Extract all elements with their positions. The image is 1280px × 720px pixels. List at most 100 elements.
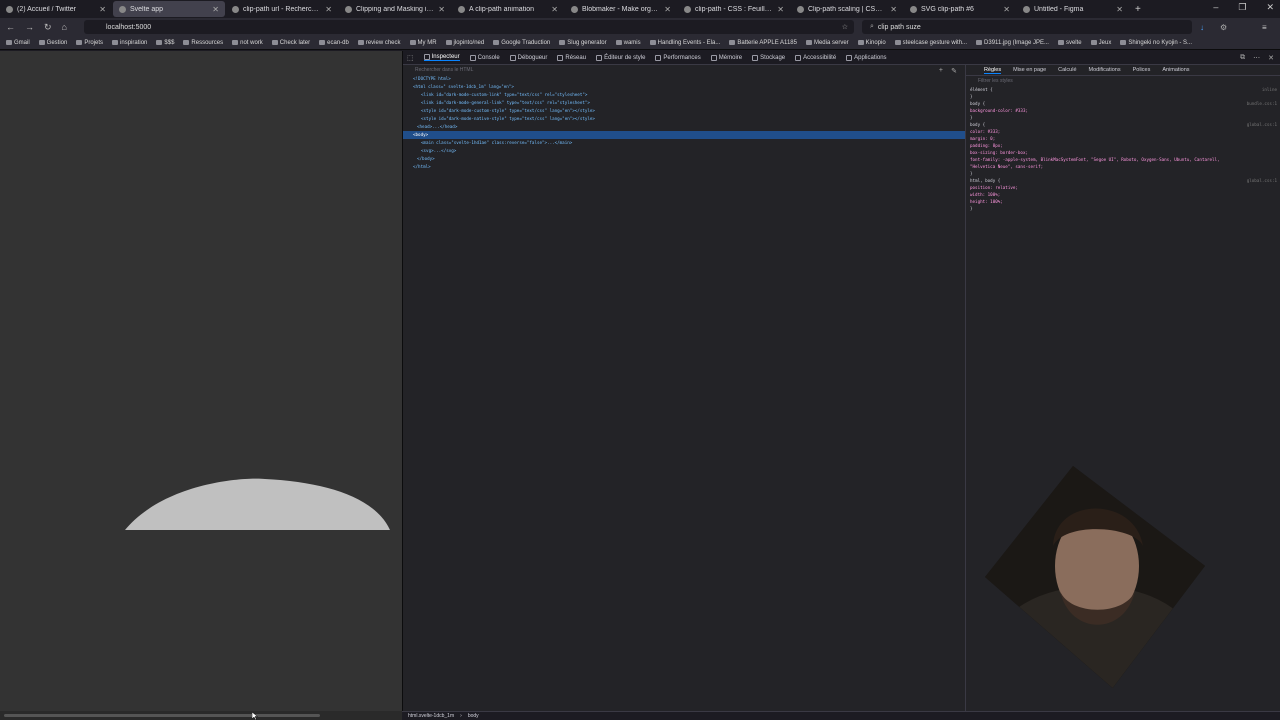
breadcrumb-item[interactable]: body bbox=[468, 713, 479, 719]
devtools-tab[interactable]: Performances bbox=[655, 54, 701, 61]
bookmark-star-icon[interactable]: ☆ bbox=[842, 23, 848, 31]
devtools-tab[interactable]: Éditeur de style bbox=[596, 54, 645, 61]
css-rule-line[interactable]: box-sizing: border-box; bbox=[966, 149, 1280, 156]
markup-node[interactable]: <main class="svelte-1hd1ae" class:revers… bbox=[403, 139, 965, 147]
markup-node[interactable]: </body> bbox=[403, 155, 965, 163]
home-icon[interactable]: ⌂ bbox=[62, 22, 67, 32]
devtools-tab[interactable]: Mémoire bbox=[710, 54, 742, 61]
css-rule-line[interactable]: body {bundle.css:1 bbox=[966, 100, 1280, 107]
bookmark-item[interactable]: Jeux bbox=[1090, 40, 1111, 46]
markup-node[interactable]: <style id="dark-mode-custom-style" type=… bbox=[403, 107, 965, 115]
downloads-icon[interactable]: ↓ bbox=[1200, 23, 1204, 32]
filter-styles-input[interactable]: Filtrer les styles bbox=[966, 76, 1280, 86]
css-rule-line[interactable]: html, body {global.css:1 bbox=[966, 177, 1280, 184]
devtools-tab[interactable]: Débogueur bbox=[509, 54, 547, 61]
devtools-tab[interactable]: Console bbox=[469, 54, 500, 61]
css-rule-line[interactable]: background-color: #333; bbox=[966, 107, 1280, 114]
browser-tab[interactable]: SVG clip-path #6 ✕ bbox=[904, 1, 1016, 17]
close-window-icon[interactable]: ✕ bbox=[1266, 2, 1274, 13]
close-devtools-icon[interactable]: ✕ bbox=[1268, 54, 1274, 62]
css-rule-line[interactable]: body {global.css:1 bbox=[966, 121, 1280, 128]
new-tab-button[interactable]: + bbox=[1135, 4, 1141, 15]
breadcrumb-item[interactable]: html.svelte-1dcb_1m bbox=[408, 713, 454, 719]
bookmark-item[interactable]: Shingeki no Kyojin - S... bbox=[1120, 40, 1192, 46]
restore-icon[interactable]: ❐ bbox=[1238, 2, 1246, 13]
rules-tab[interactable]: Calculé bbox=[1058, 67, 1076, 73]
node-picker-icon[interactable]: ✎ bbox=[951, 67, 957, 75]
markup-node[interactable]: <body> bbox=[403, 131, 965, 139]
css-rule-line[interactable]: } bbox=[966, 114, 1280, 121]
bookmark-item[interactable]: Ressources bbox=[183, 40, 223, 46]
rules-tab[interactable]: Mise en page bbox=[1013, 67, 1046, 73]
bookmark-item[interactable]: wamis bbox=[615, 40, 641, 46]
rules-tab[interactable]: Animations bbox=[1162, 67, 1189, 73]
markup-node[interactable]: <!DOCTYPE html> bbox=[403, 75, 965, 83]
close-tab-icon[interactable]: ✕ bbox=[325, 5, 332, 14]
rule-source-link[interactable]: bundle.css:1 bbox=[1247, 100, 1277, 107]
close-tab-icon[interactable]: ✕ bbox=[1003, 5, 1010, 14]
bookmark-item[interactable]: D3911.jpg (Image JPE... bbox=[976, 40, 1049, 46]
horizontal-scrollbar[interactable] bbox=[0, 711, 402, 720]
css-rule-line[interactable]: } bbox=[966, 93, 1280, 100]
css-rule-line[interactable]: margin: 0; bbox=[966, 135, 1280, 142]
bookmark-item[interactable]: Handling Events - Ela... bbox=[649, 40, 720, 46]
browser-tab[interactable]: Clipping and Masking in CSS ✕ bbox=[339, 1, 451, 17]
close-tab-icon[interactable]: ✕ bbox=[664, 5, 671, 14]
browser-tab[interactable]: Blobmaker - Make organic SV ✕ bbox=[565, 1, 677, 17]
close-tab-icon[interactable]: ✕ bbox=[212, 5, 219, 14]
rules-tab[interactable]: Modifications bbox=[1089, 67, 1121, 73]
bookmark-item[interactable]: jlopinto/ned bbox=[445, 40, 484, 46]
css-rule-line[interactable]: height: 100%; bbox=[966, 198, 1280, 205]
close-tab-icon[interactable]: ✕ bbox=[438, 5, 445, 14]
browser-tab[interactable]: Untitled - Figma ✕ bbox=[1017, 1, 1129, 17]
markup-node[interactable]: <link id="dark-mode-general-link" type="… bbox=[403, 99, 965, 107]
close-tab-icon[interactable]: ✕ bbox=[777, 5, 784, 14]
css-rule-line[interactable]: padding: 8px; bbox=[966, 142, 1280, 149]
devtools-tab[interactable]: Réseau bbox=[557, 54, 586, 61]
bookmark-item[interactable]: Gmail bbox=[6, 40, 30, 46]
devtools-tab[interactable]: Stockage bbox=[752, 54, 785, 61]
bookmark-item[interactable]: review check bbox=[357, 40, 401, 46]
bookmark-item[interactable]: Slug generator bbox=[559, 40, 607, 46]
element-picker-icon[interactable]: ⬚ bbox=[407, 54, 414, 62]
rule-source-link[interactable]: global.css:1 bbox=[1247, 121, 1277, 128]
css-rule-line[interactable]: "Helvetica Neue", sans-serif; bbox=[966, 163, 1280, 170]
bookmark-item[interactable]: Kinopio bbox=[857, 40, 886, 46]
bookmark-item[interactable]: My MR bbox=[409, 40, 437, 46]
devtools-tab[interactable]: Inspecteur bbox=[423, 54, 460, 61]
devtools-tab[interactable]: Applications bbox=[846, 54, 887, 61]
url-bar[interactable]: localhost:5000 ☆ bbox=[84, 20, 854, 34]
extensions-icon[interactable]: ⚙ bbox=[1220, 23, 1227, 32]
close-tab-icon[interactable]: ✕ bbox=[1116, 5, 1123, 14]
markup-node[interactable]: <html class=" svelte-1dcb_1m" lang="en"> bbox=[403, 83, 965, 91]
menu-icon[interactable]: ≡ bbox=[1262, 23, 1267, 32]
search-bar[interactable]: ⌕ clip path suze bbox=[862, 20, 1192, 34]
close-tab-icon[interactable]: ✕ bbox=[890, 5, 897, 14]
markup-node[interactable]: </html> bbox=[403, 163, 965, 171]
dock-icon[interactable]: ⧉ bbox=[1240, 54, 1245, 62]
html-search-input[interactable]: Rechercher dans le HTML bbox=[403, 65, 965, 75]
forward-icon[interactable]: → bbox=[25, 22, 34, 32]
rule-source-link[interactable]: inline bbox=[1262, 86, 1277, 93]
bookmark-item[interactable]: svelte bbox=[1057, 40, 1082, 46]
close-tab-icon[interactable]: ✕ bbox=[551, 5, 558, 14]
close-tab-icon[interactable]: ✕ bbox=[99, 5, 106, 14]
bookmark-item[interactable]: Check later bbox=[271, 40, 310, 46]
rules-tab[interactable]: Polices bbox=[1133, 67, 1151, 73]
back-icon[interactable]: ← bbox=[6, 22, 15, 32]
browser-tab[interactable]: clip-path - CSS : Feuilles de st ✕ bbox=[678, 1, 790, 17]
bookmark-item[interactable]: Gestion bbox=[38, 40, 67, 46]
rule-source-link[interactable]: global.css:1 bbox=[1247, 177, 1277, 184]
markup-node[interactable]: <head>...</head> bbox=[403, 123, 965, 131]
bookmark-item[interactable]: Media server bbox=[805, 40, 849, 46]
bookmark-item[interactable]: not work bbox=[232, 40, 263, 46]
css-rule-line[interactable]: } bbox=[966, 170, 1280, 177]
css-rule-line[interactable]: position: relative; bbox=[966, 184, 1280, 191]
markup-node[interactable]: <svg>...</svg> bbox=[403, 147, 965, 155]
bookmark-item[interactable]: steelcase gesture with... bbox=[894, 40, 967, 46]
css-rule-line[interactable]: } bbox=[966, 205, 1280, 212]
css-rule-line[interactable]: width: 100%; bbox=[966, 191, 1280, 198]
markup-node[interactable]: <style id="dark-mode-native-style" type=… bbox=[403, 115, 965, 123]
browser-tab[interactable]: Clip-path scaling | CSS For De✕ bbox=[791, 1, 903, 17]
bookmark-item[interactable]: $$$ bbox=[156, 40, 174, 46]
